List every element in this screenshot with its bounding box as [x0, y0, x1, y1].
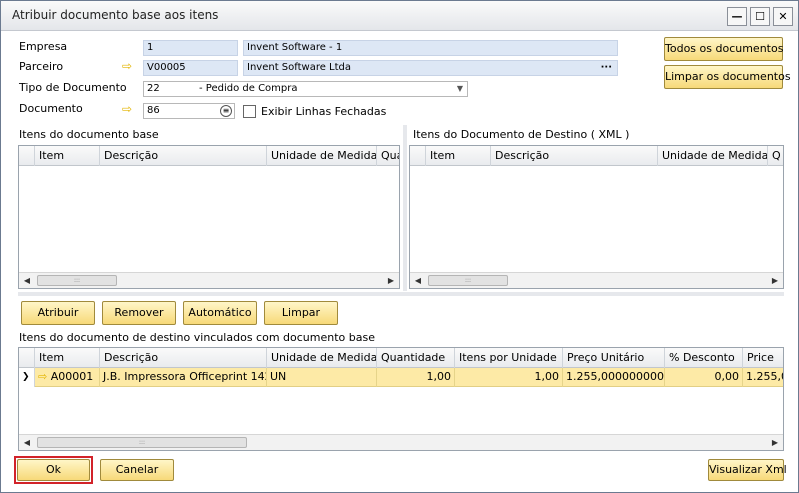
column-header[interactable]: Descrição: [491, 146, 658, 166]
list-selector-icon[interactable]: ≡: [220, 105, 232, 117]
scroll-thumb[interactable]: :::: [428, 275, 508, 286]
documento-link-arrow-icon[interactable]: ⇨: [122, 103, 132, 115]
row-selector-icon[interactable]: ❯: [19, 368, 35, 387]
scroll-left-icon[interactable]: ◀: [410, 273, 426, 288]
row-selector-header: [410, 146, 426, 166]
minimize-button[interactable]: —: [727, 7, 747, 26]
limpar-documentos-button[interactable]: Limpar os documentos: [664, 65, 791, 89]
documento-value: 86: [147, 105, 160, 116]
parceiro-link-arrow-icon[interactable]: ⇨: [122, 60, 132, 72]
ok-button[interactable]: Ok: [17, 459, 90, 481]
documento-field[interactable]: 86 ≡: [143, 103, 235, 119]
tipo-documento-name: - Pedido de Compra: [199, 83, 298, 94]
automatico-button[interactable]: Automático: [183, 301, 257, 325]
horizontal-splitter[interactable]: [18, 292, 784, 296]
grid-header: Item Descrição Unidade de Medida Quantid…: [19, 348, 783, 368]
grid-header: Item Descrição Unidade de Medida Qua: [19, 146, 399, 166]
column-header[interactable]: Descrição: [100, 348, 267, 368]
scroll-right-icon[interactable]: ▶: [767, 273, 783, 288]
parceiro-code-value: V00005: [147, 62, 186, 73]
column-header[interactable]: Quantidade: [377, 348, 455, 368]
cell-unidade: UN: [267, 368, 377, 387]
exibir-linhas-label: Exibir Linhas Fechadas: [261, 105, 387, 118]
cell-quantidade[interactable]: 1,00: [377, 368, 455, 387]
empresa-name-field: Invent Software - 1: [243, 40, 618, 56]
column-header[interactable]: Itens por Unidade: [455, 348, 563, 368]
dest-items-grid: Item Descrição Unidade de Medida Q ◀ :::…: [409, 145, 784, 289]
cell-desconto[interactable]: 0,00: [665, 368, 743, 387]
title-bar: Atribuir documento base aos itens — ☐ ✕: [1, 1, 798, 31]
dest-grid-title: Itens do Documento de Destino ( XML ): [413, 128, 630, 141]
parceiro-code-field[interactable]: V00005: [143, 60, 238, 76]
vertical-splitter[interactable]: [403, 125, 407, 291]
chevron-down-icon: ▼: [456, 84, 463, 93]
tipo-documento-label: Tipo de Documento: [19, 81, 127, 94]
documento-label: Documento: [19, 102, 83, 115]
atribuir-button[interactable]: Atribuir: [21, 301, 95, 325]
close-button[interactable]: ✕: [773, 7, 793, 26]
cell-item: ⇨ A00001: [35, 368, 100, 387]
column-header[interactable]: Descrição: [100, 146, 267, 166]
scroll-thumb[interactable]: :::: [37, 275, 117, 286]
base-grid-title: Itens do documento base: [19, 128, 159, 141]
item-link-arrow-icon[interactable]: ⇨: [38, 370, 47, 383]
scroll-left-icon[interactable]: ◀: [19, 273, 35, 288]
column-header[interactable]: Unidade de Medida: [658, 146, 768, 166]
exibir-linhas-checkbox[interactable]: [243, 105, 256, 118]
column-header[interactable]: Unidade de Medida: [267, 348, 377, 368]
linked-grid-title: Itens do documento de destino vinculados…: [19, 331, 375, 344]
remover-button[interactable]: Remover: [102, 301, 176, 325]
cell-itens-por-unidade[interactable]: 1,00: [455, 368, 563, 387]
tipo-documento-select[interactable]: 22 - Pedido de Compra ▼: [143, 81, 468, 97]
column-header[interactable]: Item: [35, 146, 100, 166]
window-title: Atribuir documento base aos itens: [12, 8, 219, 22]
column-header[interactable]: Unidade de Medida: [267, 146, 377, 166]
column-header[interactable]: % Desconto: [665, 348, 743, 368]
column-header[interactable]: Price: [743, 348, 783, 368]
column-header[interactable]: Item: [35, 348, 100, 368]
cell-descricao: J.B. Impressora Officeprint 1420: [100, 368, 267, 387]
horizontal-scrollbar[interactable]: ◀ ::: ▶: [19, 434, 783, 450]
visualizar-xml-button[interactable]: Visualizar Xml: [708, 459, 787, 481]
todos-documentos-button[interactable]: Todos os documentos: [664, 37, 783, 61]
empresa-code-field[interactable]: 1: [143, 40, 238, 56]
column-header[interactable]: Q: [768, 146, 783, 166]
column-header[interactable]: Preço Unitário: [563, 348, 665, 368]
horizontal-scrollbar[interactable]: ◀ ::: ▶: [19, 272, 399, 288]
parceiro-name-value: Invent Software Ltda: [247, 62, 352, 73]
linked-items-grid: Item Descrição Unidade de Medida Quantid…: [18, 347, 784, 451]
grid-header: Item Descrição Unidade de Medida Q: [410, 146, 783, 166]
scroll-left-icon[interactable]: ◀: [19, 435, 35, 450]
dialog-window: Atribuir documento base aos itens — ☐ ✕ …: [0, 0, 799, 493]
scroll-thumb[interactable]: :::: [37, 437, 247, 448]
scroll-right-icon[interactable]: ▶: [767, 435, 783, 450]
more-options-icon[interactable]: ···: [601, 61, 612, 75]
base-items-grid: Item Descrição Unidade de Medida Qua ◀ :…: [18, 145, 400, 289]
parceiro-label: Parceiro: [19, 60, 64, 73]
horizontal-scrollbar[interactable]: ◀ ::: ▶: [410, 272, 783, 288]
cell-price[interactable]: 1.255,0: [743, 368, 783, 387]
cell-item-value: A00001: [50, 370, 94, 383]
column-header[interactable]: Item: [426, 146, 491, 166]
empresa-label: Empresa: [19, 40, 68, 53]
maximize-button[interactable]: ☐: [750, 7, 770, 26]
scroll-right-icon[interactable]: ▶: [383, 273, 399, 288]
row-selector-header: [19, 146, 35, 166]
column-header[interactable]: Qua: [377, 146, 399, 166]
tipo-documento-code: 22: [147, 83, 160, 94]
cancelar-button[interactable]: Canelar: [100, 459, 174, 481]
limpar-button[interactable]: Limpar: [264, 301, 338, 325]
parceiro-name-field: Invent Software Ltda ···: [243, 60, 618, 76]
cell-preco-unitario[interactable]: 1.255,0000000000: [563, 368, 665, 387]
row-selector-header: [19, 348, 35, 368]
table-row[interactable]: ❯ ⇨ A00001 J.B. Impressora Officeprint 1…: [19, 368, 783, 387]
